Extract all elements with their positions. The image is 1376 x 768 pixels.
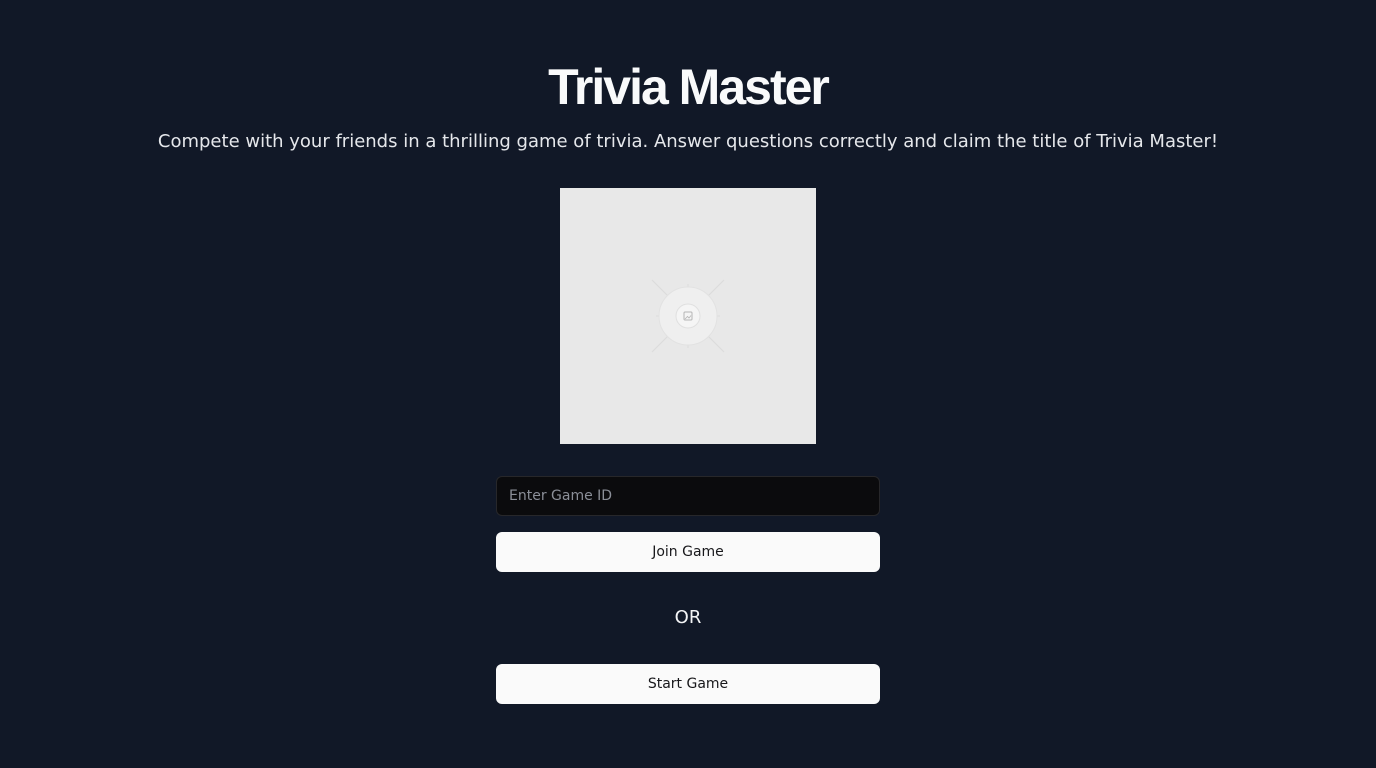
join-game-button[interactable]: Join Game bbox=[496, 532, 880, 572]
start-game-button[interactable]: Start Game bbox=[496, 664, 880, 704]
image-placeholder-icon bbox=[651, 279, 725, 353]
landing-page: Trivia Master Compete with your friends … bbox=[0, 0, 1376, 768]
page-title: Trivia Master bbox=[548, 59, 830, 115]
page-subtitle: Compete with your friends in a thrilling… bbox=[157, 131, 1219, 152]
game-id-input[interactable] bbox=[496, 476, 880, 516]
hero-image-placeholder bbox=[560, 188, 816, 444]
or-divider: OR bbox=[674, 607, 702, 628]
